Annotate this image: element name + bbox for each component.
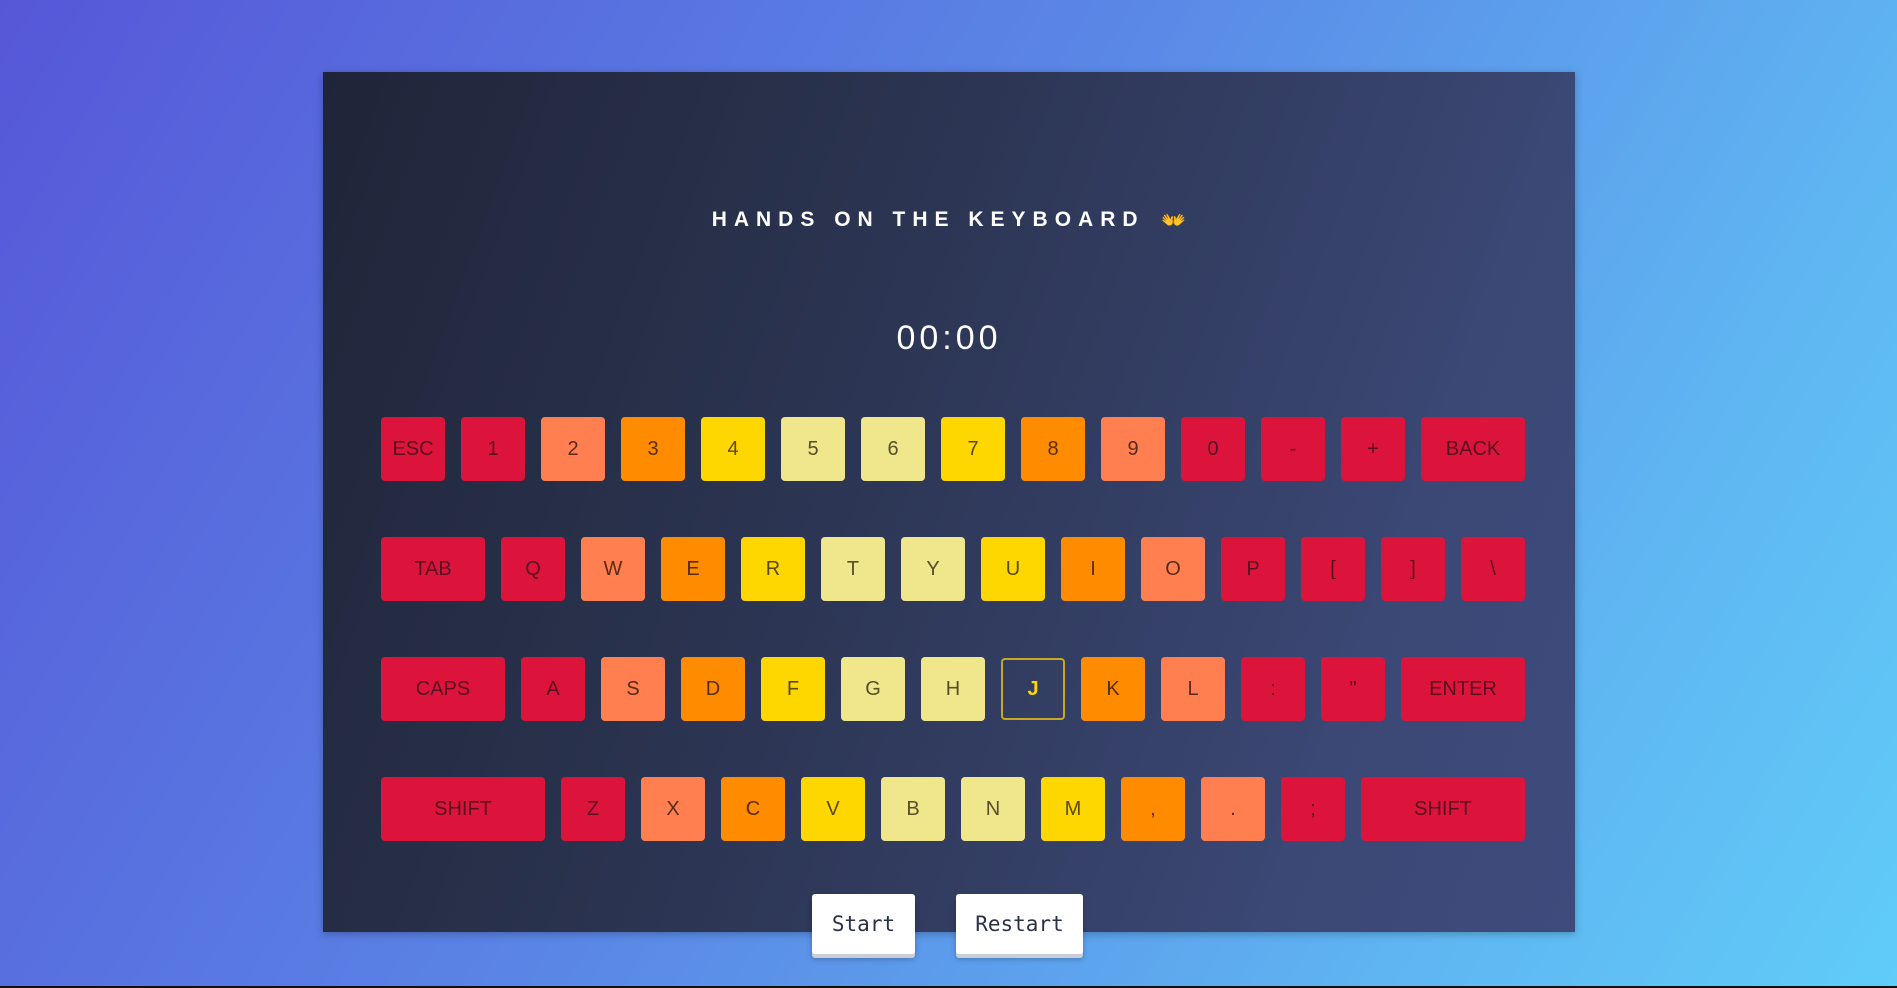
key-f[interactable]: F xyxy=(761,657,825,721)
key-2[interactable]: 2 xyxy=(541,417,605,481)
key-q[interactable]: Q xyxy=(501,537,565,601)
key-h[interactable]: H xyxy=(921,657,985,721)
key-3[interactable]: 3 xyxy=(621,417,685,481)
key-e[interactable]: E xyxy=(661,537,725,601)
key-sym10[interactable]: ; xyxy=(1281,777,1345,841)
key-y[interactable]: Y xyxy=(901,537,965,601)
key-r[interactable]: R xyxy=(741,537,805,601)
key-s[interactable]: S xyxy=(601,657,665,721)
key-sym11[interactable]: " xyxy=(1321,657,1385,721)
hands-icon: 👐 xyxy=(1161,210,1187,232)
key-0[interactable]: 0 xyxy=(1181,417,1245,481)
title-text: HANDS ON THE KEYBOARD xyxy=(711,208,1145,231)
key-i[interactable]: I xyxy=(1061,537,1125,601)
key-d[interactable]: D xyxy=(681,657,745,721)
key-c[interactable]: C xyxy=(721,777,785,841)
key-z[interactable]: Z xyxy=(561,777,625,841)
key-caps[interactable]: CAPS xyxy=(381,657,505,721)
key-9[interactable]: 9 xyxy=(1101,417,1165,481)
key-5[interactable]: 5 xyxy=(781,417,845,481)
key-j[interactable]: J xyxy=(1001,658,1065,720)
keyboard-panel: HANDS ON THE KEYBOARD 👐 00:00 ESC 1 2 3 4 5 6 7… xyxy=(323,72,1575,954)
key-u[interactable]: U xyxy=(981,537,1045,601)
key-v[interactable]: V xyxy=(801,777,865,841)
key-esc[interactable]: ESC xyxy=(381,417,445,481)
key-enter[interactable]: ENTER xyxy=(1401,657,1525,721)
key-shift-left[interactable]: SHIFT xyxy=(381,777,545,841)
key-t[interactable]: T xyxy=(821,537,885,601)
key-sym11[interactable]: [ xyxy=(1301,537,1365,601)
key-tab[interactable]: TAB xyxy=(381,537,485,601)
key-back[interactable]: BACK xyxy=(1421,417,1525,481)
key-g[interactable]: G xyxy=(841,657,905,721)
key-shift-right[interactable]: SHIFT xyxy=(1361,777,1525,841)
key-sym12[interactable]: + xyxy=(1341,417,1405,481)
key-a[interactable]: A xyxy=(521,657,585,721)
key-x[interactable]: X xyxy=(641,777,705,841)
timer-display: 00:00 xyxy=(896,319,1002,357)
key-sym12[interactable]: ] xyxy=(1381,537,1445,601)
key-7[interactable]: 7 xyxy=(941,417,1005,481)
key-4[interactable]: 4 xyxy=(701,417,765,481)
key-sym11[interactable]: - xyxy=(1261,417,1325,481)
key-p[interactable]: P xyxy=(1221,537,1285,601)
start-button[interactable]: Start xyxy=(812,894,915,954)
restart-button[interactable]: Restart xyxy=(956,894,1083,954)
key-1[interactable]: 1 xyxy=(461,417,525,481)
key-k[interactable]: K xyxy=(1081,657,1145,721)
key-sym13[interactable]: \ xyxy=(1461,537,1525,601)
key-6[interactable]: 6 xyxy=(861,417,925,481)
key-m[interactable]: M xyxy=(1041,777,1105,841)
key-sym8[interactable]: , xyxy=(1121,777,1185,841)
key-sym10[interactable]: : xyxy=(1241,657,1305,721)
key-n[interactable]: N xyxy=(961,777,1025,841)
key-w[interactable]: W xyxy=(581,537,645,601)
key-l[interactable]: L xyxy=(1161,657,1225,721)
page-title: HANDS ON THE KEYBOARD 👐 xyxy=(323,205,1575,235)
key-8[interactable]: 8 xyxy=(1021,417,1085,481)
key-sym9[interactable]: . xyxy=(1201,777,1265,841)
key-b[interactable]: B xyxy=(881,777,945,841)
key-o[interactable]: O xyxy=(1141,537,1205,601)
